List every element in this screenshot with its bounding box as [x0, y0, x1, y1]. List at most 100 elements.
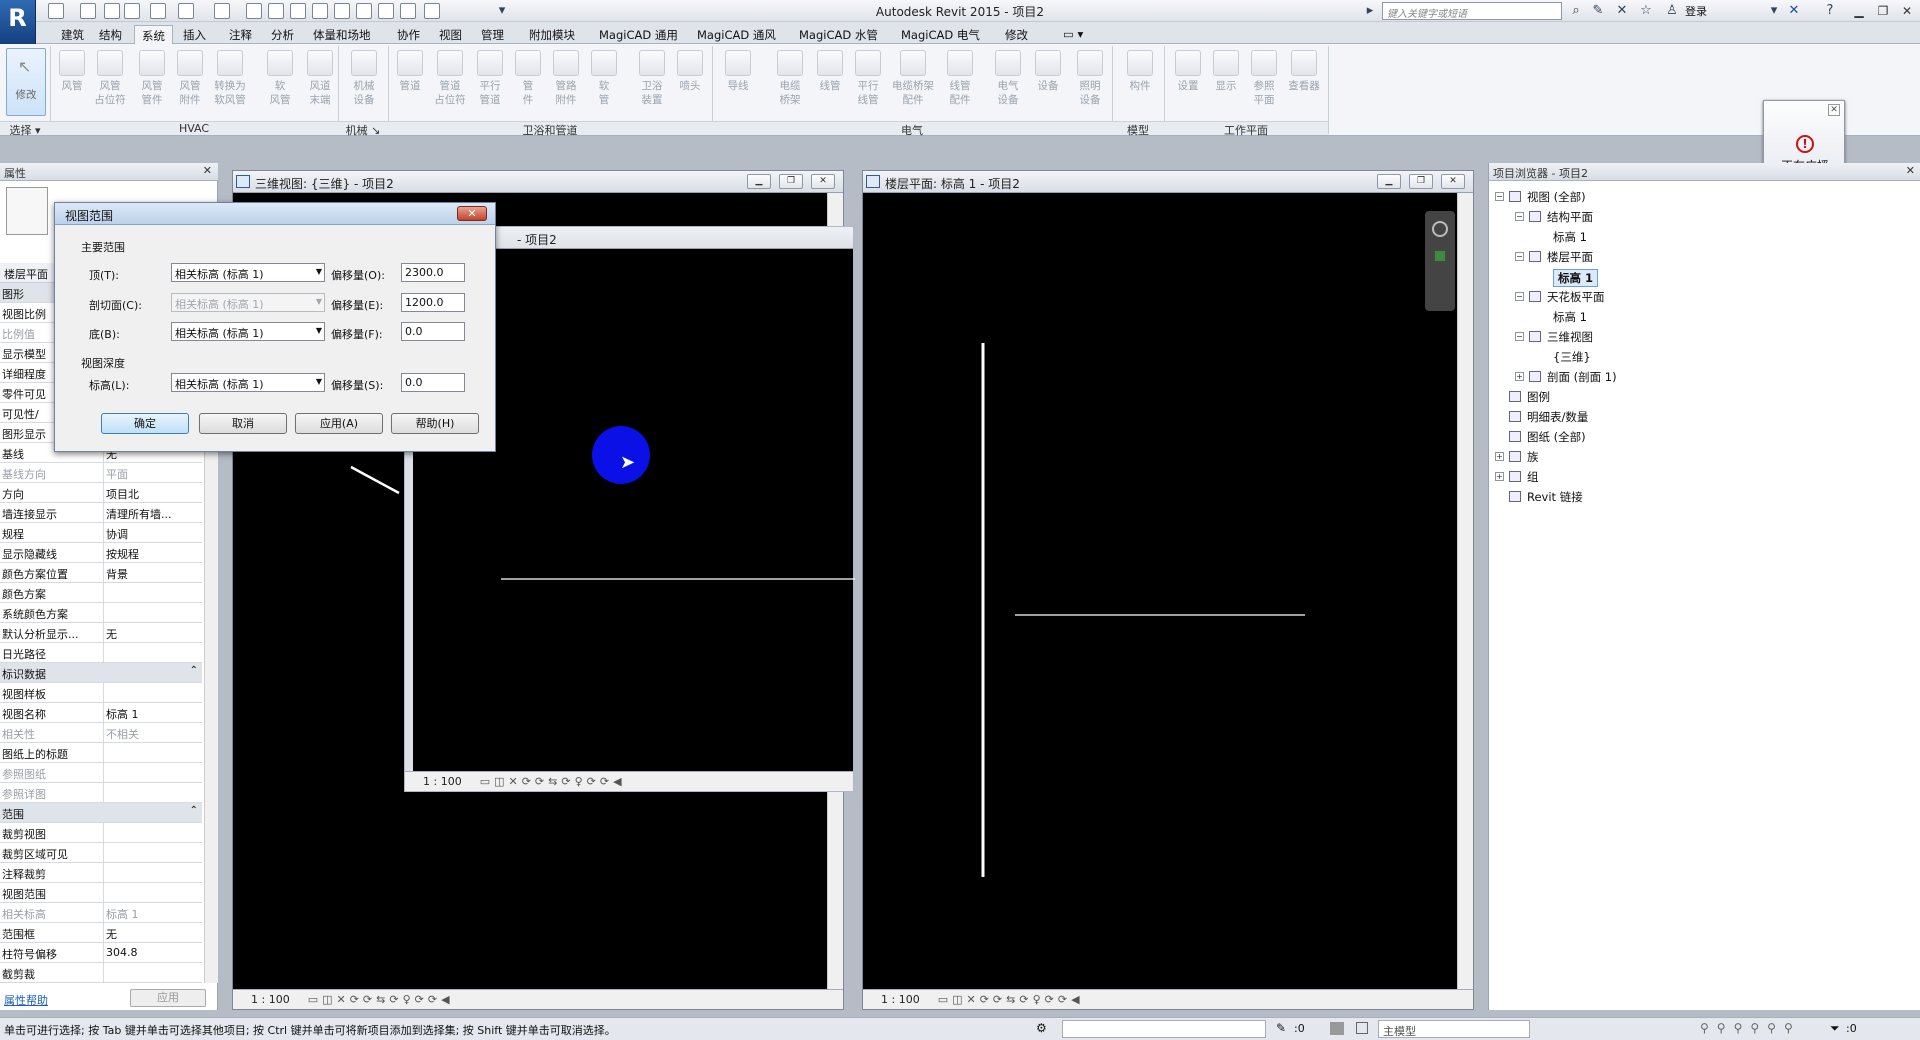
login-dropdown-icon[interactable]: ▾: [1766, 3, 1782, 19]
app-menu-button[interactable]: R: [0, 0, 36, 44]
pipe-button[interactable]: 管道: [392, 48, 428, 124]
property-value[interactable]: 无: [103, 623, 202, 642]
property-row[interactable]: 默认分析显示... 无: [0, 623, 202, 643]
tree-toggle-icon[interactable]: −: [1515, 332, 1524, 341]
measure-icon[interactable]: [246, 3, 262, 19]
tree-toggle-icon[interactable]: +: [1495, 452, 1504, 461]
broadcast-close-icon[interactable]: ✕: [1828, 104, 1840, 116]
collapse-chevron-icon[interactable]: ⌃: [190, 805, 198, 816]
property-row[interactable]: 视图范围 编辑...: [0, 883, 202, 903]
lighting-fixture-button[interactable]: 照明 设备: [1072, 48, 1108, 124]
workset-select[interactable]: [1062, 1020, 1266, 1038]
tree-toggle-icon[interactable]: +: [1495, 472, 1504, 481]
property-value[interactable]: 协调: [103, 523, 202, 542]
switch-windows-icon[interactable]: [424, 3, 440, 19]
property-row[interactable]: 显示隐藏线 按规程: [0, 543, 202, 563]
property-row[interactable]: 颜色方案 <无>: [0, 583, 202, 603]
duct-placeholder-button[interactable]: 风管 占位符: [92, 48, 128, 124]
property-value[interactable]: 无: [103, 923, 202, 942]
property-row[interactable]: 方向 项目北: [0, 483, 202, 503]
filter-icon[interactable]: ⏷: [1830, 1021, 1840, 1036]
sprinkler-button[interactable]: 喷头: [672, 48, 708, 124]
property-group-header[interactable]: 标识数据 ⌃: [0, 663, 202, 683]
thin-lines-icon[interactable]: [378, 3, 394, 19]
sync-icon[interactable]: [124, 3, 140, 19]
section-icon[interactable]: [356, 3, 372, 19]
tree-item[interactable]: 明细表/数量: [1527, 409, 1588, 425]
tree-item[interactable]: 结构平面: [1547, 209, 1593, 225]
depth-level-select[interactable]: 相关标高 (标高 1): [171, 373, 325, 392]
view-middle-controls-icons[interactable]: ▭◫✕⟳⟳⇆⟳♀⟳⟳◀: [480, 775, 626, 788]
component-button[interactable]: 构件: [1122, 48, 1158, 124]
property-row[interactable]: 基线方向 平面: [0, 463, 202, 483]
property-row[interactable]: 视图样板 <无>: [0, 683, 202, 703]
pipe-accessory-button[interactable]: 管路 附件: [548, 48, 584, 124]
property-row[interactable]: 墙连接显示 清理所有墙...: [0, 503, 202, 523]
bottom-level-select[interactable]: 相关标高 (标高 1): [171, 322, 325, 341]
tab-magicad-general[interactable]: MagiCAD 通用: [592, 25, 685, 44]
top-offset-input[interactable]: 2300.0: [401, 263, 465, 282]
tree-toggle-icon[interactable]: −: [1515, 252, 1524, 261]
cable-tray-button[interactable]: 电缆 桥架: [772, 48, 808, 124]
property-value[interactable]: [103, 763, 202, 782]
property-value[interactable]: <无>: [103, 583, 202, 602]
new-icon[interactable]: [80, 3, 96, 19]
tab-view[interactable]: 视图: [432, 25, 469, 44]
tree-item[interactable]: Revit 链接: [1527, 489, 1583, 505]
help-icon[interactable]: ?: [1822, 3, 1838, 19]
property-row[interactable]: 柱符号偏移 304.8: [0, 943, 202, 963]
flex-pipe-button[interactable]: 软 管: [586, 48, 622, 124]
property-row[interactable]: 参照详图: [0, 783, 202, 803]
communication-icon[interactable]: ✕: [1614, 3, 1630, 19]
tab-structure[interactable]: 结构: [92, 25, 129, 44]
bottom-offset-input[interactable]: 0.0: [401, 322, 465, 341]
binoculars-icon[interactable]: ⌕: [1568, 3, 1584, 19]
main-model-checkbox[interactable]: [1356, 1022, 1368, 1034]
dimension-icon[interactable]: [290, 3, 306, 19]
duct-accessory-button[interactable]: 风管 附件: [172, 48, 208, 124]
select-panel-label[interactable]: 选择 ▾: [0, 121, 50, 137]
property-value[interactable]: 304.8: [103, 943, 202, 962]
tree-item[interactable]: 剖面 (剖面 1): [1547, 369, 1617, 385]
property-value[interactable]: 清理所有墙...: [103, 503, 202, 522]
tab-architecture[interactable]: 建筑: [54, 25, 91, 44]
pipe-fitting-button[interactable]: 管 件: [510, 48, 546, 124]
conduit-fitting-button[interactable]: 线管 配件: [942, 48, 978, 124]
properties-apply-button[interactable]: 应用: [130, 989, 206, 1007]
property-value[interactable]: 背景: [103, 563, 202, 582]
property-row[interactable]: 图纸上的标题: [0, 743, 202, 763]
property-row[interactable]: 颜色方案位置 背景: [0, 563, 202, 583]
viewer-button[interactable]: 查看器: [1286, 48, 1322, 124]
close-button[interactable]: ✕: [1896, 2, 1918, 20]
property-value[interactable]: 不剪裁: [103, 963, 202, 982]
search-input[interactable]: 键入关键字或短语: [1382, 2, 1562, 20]
property-value[interactable]: [103, 823, 202, 842]
property-value[interactable]: [103, 783, 202, 802]
show-workplane-button[interactable]: 显示: [1208, 48, 1244, 124]
property-value[interactable]: <无>: [103, 683, 202, 702]
tree-toggle-icon[interactable]: −: [1515, 212, 1524, 221]
tree-item[interactable]: 楼层平面: [1547, 249, 1593, 265]
exchange-icon[interactable]: ✕: [1786, 3, 1802, 19]
tree-toggle-icon[interactable]: +: [1515, 372, 1524, 381]
tab-magicad-elec[interactable]: MagiCAD 电气: [894, 25, 987, 44]
properties-help-link[interactable]: 属性帮助: [4, 992, 48, 1008]
tree-toggle-icon[interactable]: −: [1515, 292, 1524, 301]
depth-offset-input[interactable]: 0.0: [401, 373, 465, 392]
tab-insert[interactable]: 插入: [176, 25, 213, 44]
tab-collaborate[interactable]: 协作: [390, 25, 427, 44]
view-plan-controls-icons[interactable]: ▭◫✕⟳⟳⇆⟳♀⟳⟳◀: [938, 993, 1084, 1006]
plumbing-fixture-button[interactable]: 卫浴 装置: [634, 48, 670, 124]
search-arrow-icon[interactable]: ▸: [1362, 3, 1378, 19]
tree-item[interactable]: 图例: [1527, 389, 1550, 405]
3d-view-icon[interactable]: [334, 3, 350, 19]
flex-duct-button[interactable]: 软 风管: [262, 48, 298, 124]
print-icon[interactable]: [214, 3, 230, 19]
tag-icon[interactable]: [268, 3, 284, 19]
electrical-equipment-button[interactable]: 电气 设备: [990, 48, 1026, 124]
property-value[interactable]: [103, 843, 202, 862]
property-group-header[interactable]: 范围 ⌃: [0, 803, 202, 823]
close-hidden-icon[interactable]: [400, 3, 416, 19]
favorites-icon[interactable]: ☆: [1638, 3, 1654, 19]
top-level-select[interactable]: 相关标高 (标高 1): [171, 263, 325, 282]
